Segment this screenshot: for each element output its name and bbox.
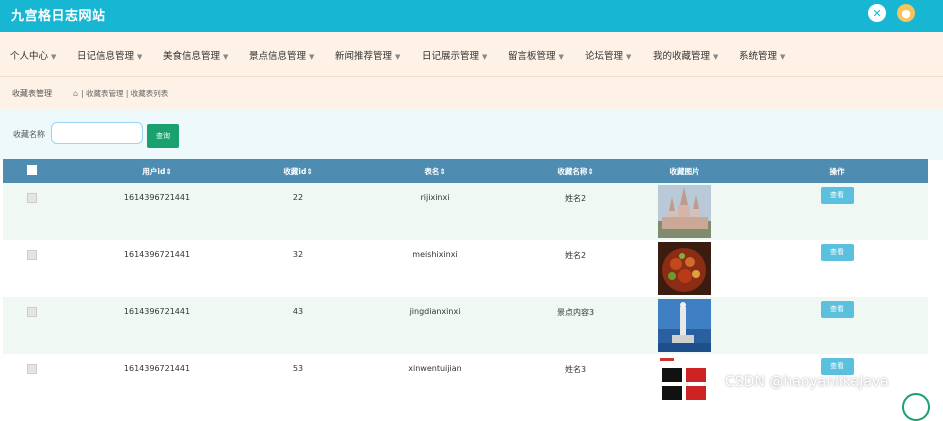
row-checkbox[interactable] xyxy=(26,250,37,260)
chevron-down-icon: ▼ xyxy=(309,53,315,61)
home-icon[interactable]: ⌂ xyxy=(73,89,78,98)
column-header-fav-name[interactable]: 收藏名称⇕ xyxy=(528,159,623,183)
row-select-cell xyxy=(3,297,60,354)
nav-item-personal-center[interactable]: 个人中心 ▼ xyxy=(10,48,56,62)
row-checkbox[interactable] xyxy=(26,364,37,374)
cell-fav-id: 22 xyxy=(292,193,304,202)
watermark: CSDN @haoyanlikeJava xyxy=(725,374,889,390)
site-title: 九宫格日志网站 xyxy=(11,9,106,24)
breadcrumb-bar: 收藏表管理 ⌂ | 收藏表管理 | 收藏表列表 xyxy=(0,77,943,110)
nav-item-diary-display[interactable]: 日记展示管理 ▼ xyxy=(422,48,487,62)
cell-table-name: jingdianxinxi xyxy=(409,307,461,316)
search-button[interactable]: 查询 xyxy=(147,124,179,148)
column-header-fav-image: 收藏图片 xyxy=(669,166,700,176)
select-all-cell xyxy=(3,159,60,183)
table-row: 1614396721441 32 meishixinxi 姓名2 查看 xyxy=(3,240,928,297)
chevron-down-icon: ▼ xyxy=(223,53,229,61)
chevron-down-icon: ▼ xyxy=(137,53,143,61)
search-bar: 收藏名称 查询 xyxy=(0,110,943,160)
column-header-user-id[interactable]: 用户id⇕ xyxy=(60,159,254,183)
view-button[interactable]: 查看 xyxy=(820,301,854,318)
cell-table-name: rijixinxi xyxy=(420,193,450,202)
cell-user-id: 1614396721441 xyxy=(123,364,191,373)
fullscreen-icon[interactable]: ✕ xyxy=(868,4,886,22)
search-label: 收藏名称 xyxy=(13,130,45,139)
row-checkbox[interactable] xyxy=(26,193,37,203)
food-image xyxy=(658,242,711,295)
view-button[interactable]: 查看 xyxy=(820,187,854,204)
row-checkbox[interactable] xyxy=(26,307,37,317)
back-to-top-button[interactable] xyxy=(902,393,930,421)
cell-table-name: meishixinxi xyxy=(412,250,458,259)
castle-image xyxy=(658,185,711,238)
column-header-fav-id[interactable]: 收藏id⇕ xyxy=(254,159,342,183)
nav-item-food-info[interactable]: 美食信息管理 ▼ xyxy=(163,48,228,62)
row-select-cell xyxy=(3,354,60,411)
main-nav: 个人中心 ▼ 日记信息管理 ▼ 美食信息管理 ▼ 景点信息管理 ▼ 新闻推荐管理 ▼ 日记… xyxy=(0,32,943,77)
nav-item-news-recommend[interactable]: 新闻推荐管理 ▼ xyxy=(335,48,400,62)
nav-item-forum[interactable]: 论坛管理 ▼ xyxy=(585,48,631,62)
page-title: 收藏表管理 xyxy=(12,89,52,98)
select-all-checkbox[interactable] xyxy=(26,165,37,175)
avatar-icon[interactable]: ● xyxy=(897,4,915,22)
search-input[interactable] xyxy=(51,122,143,144)
news-image xyxy=(658,356,711,409)
view-button[interactable]: 查看 xyxy=(820,358,854,375)
cell-user-id: 1614396721441 xyxy=(123,250,191,259)
breadcrumb-path[interactable]: | 收藏表管理 | 收藏表列表 xyxy=(81,89,168,98)
chevron-down-icon: ▼ xyxy=(482,53,488,61)
chevron-down-icon: ▼ xyxy=(780,53,786,61)
cell-fav-id: 43 xyxy=(292,307,304,316)
table-row: 1614396721441 22 rijixinxi 姓名2 查看 xyxy=(3,183,928,240)
nav-item-my-favorites[interactable]: 我的收藏管理 ▼ xyxy=(653,48,718,62)
breadcrumb: ⌂ | 收藏表管理 | 收藏表列表 xyxy=(73,88,168,99)
table-header-row: 用户id⇕ 收藏id⇕ 表名⇕ 收藏名称⇕ 收藏图片 操作 xyxy=(3,159,928,183)
cell-action: 查看 xyxy=(746,240,928,297)
chevron-down-icon: ▼ xyxy=(395,53,401,61)
cell-action: 查看 xyxy=(746,183,928,240)
cell-fav-image xyxy=(623,240,746,297)
cell-fav-name: 姓名2 xyxy=(564,251,587,260)
nav-item-scenic-info[interactable]: 景点信息管理 ▼ xyxy=(249,48,314,62)
cell-user-id: 1614396721441 xyxy=(123,307,191,316)
chevron-down-icon: ▼ xyxy=(51,53,57,61)
chevron-down-icon: ▼ xyxy=(626,53,632,61)
nav-item-message-board[interactable]: 留言板管理 ▼ xyxy=(508,48,564,62)
column-header-table-name[interactable]: 表名⇕ xyxy=(342,159,528,183)
cell-action: 查看 xyxy=(746,297,928,354)
favorites-table: 用户id⇕ 收藏id⇕ 表名⇕ 收藏名称⇕ 收藏图片 操作 1614396721… xyxy=(3,159,928,411)
cell-fav-id: 53 xyxy=(292,364,304,373)
cell-fav-id: 32 xyxy=(292,250,304,259)
nav-item-diary-info[interactable]: 日记信息管理 ▼ xyxy=(77,48,142,62)
cell-fav-image xyxy=(623,297,746,354)
row-select-cell xyxy=(3,240,60,297)
cell-fav-name: 姓名2 xyxy=(564,194,587,203)
cell-fav-name: 景点内容3 xyxy=(556,308,595,317)
column-header-action: 操作 xyxy=(829,166,845,176)
view-button[interactable]: 查看 xyxy=(820,244,854,261)
cell-user-id: 1614396721441 xyxy=(123,193,191,202)
table-row: 1614396721441 43 jingdianxinxi 景点内容3 查看 xyxy=(3,297,928,354)
row-select-cell xyxy=(3,183,60,240)
chevron-down-icon: ▼ xyxy=(558,53,564,61)
cell-fav-name: 姓名3 xyxy=(564,365,587,374)
top-bar: 九宫格日志网站 ✕ ● xyxy=(0,0,943,32)
nav-item-system[interactable]: 系统管理 ▼ xyxy=(739,48,785,62)
cell-fav-image xyxy=(623,183,746,240)
cell-table-name: xinwentuijian xyxy=(408,364,462,373)
statue-image xyxy=(658,299,711,352)
chevron-down-icon: ▼ xyxy=(713,53,719,61)
